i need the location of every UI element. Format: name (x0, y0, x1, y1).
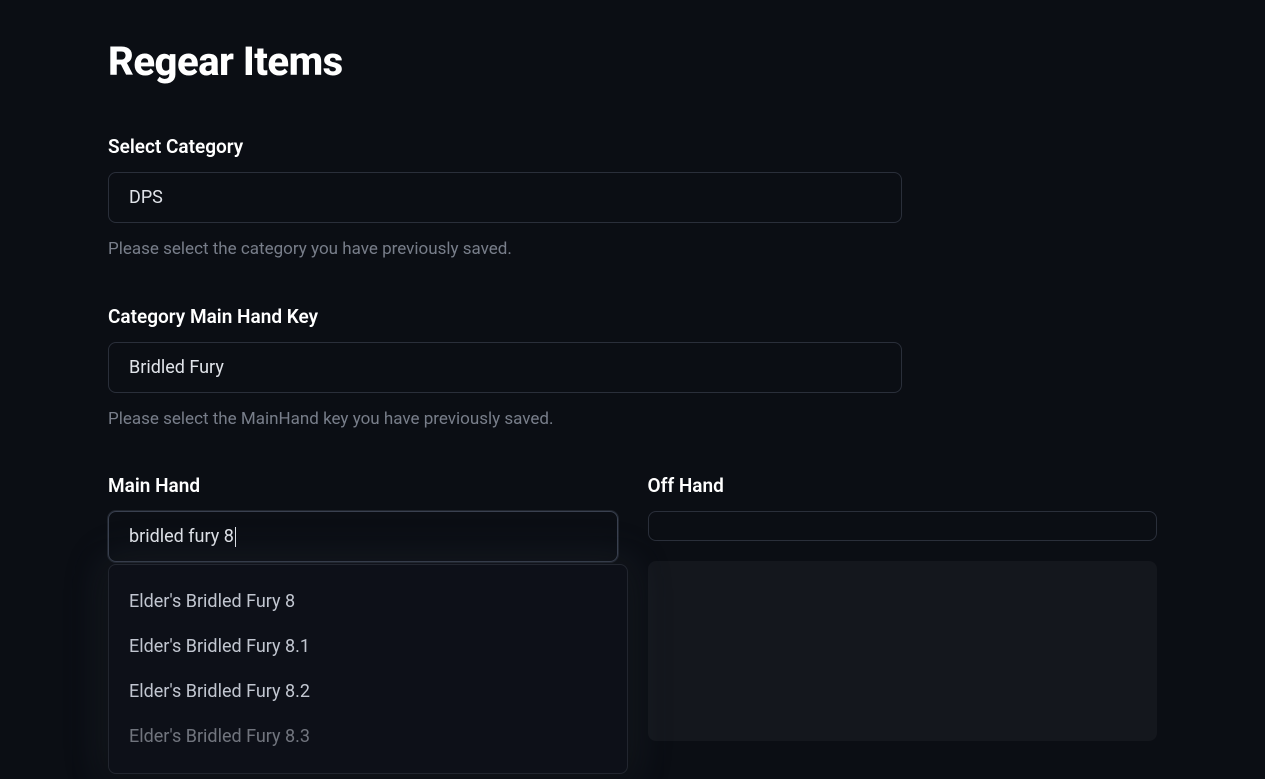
category-label: Select Category (108, 135, 1157, 158)
mainhand-key-label: Category Main Hand Key (108, 305, 1157, 328)
offhand-label: Off Hand (648, 474, 1158, 497)
mainhand-suggestions: Elder's Bridled Fury 8 Elder's Bridled F… (108, 564, 628, 774)
suggestion-item[interactable]: Elder's Bridled Fury 8 (109, 579, 627, 624)
mainhand-column: Main Hand bridled fury 8 Elder's Bridled… (108, 474, 618, 741)
page-title: Regear Items (108, 38, 1157, 85)
suggestion-item[interactable]: Elder's Bridled Fury 8.3 (109, 714, 627, 759)
suggestion-item[interactable]: Elder's Bridled Fury 8.2 (109, 669, 627, 714)
category-field: Select Category DPS Please select the ca… (108, 135, 1157, 263)
mainhand-input[interactable]: bridled fury 8 (108, 511, 618, 562)
mainhand-label: Main Hand (108, 474, 618, 497)
text-cursor-icon (235, 527, 236, 547)
offhand-preview-panel (648, 561, 1158, 741)
offhand-column: Off Hand (648, 474, 1158, 741)
mainhand-key-field: Category Main Hand Key Bridled Fury Plea… (108, 305, 1157, 433)
mainhand-key-help: Please select the MainHand key you have … (108, 407, 1157, 433)
suggestion-item[interactable]: Elder's Bridled Fury 8.1 (109, 624, 627, 669)
offhand-input[interactable] (648, 511, 1158, 541)
mainhand-key-select[interactable]: Bridled Fury (108, 342, 902, 393)
category-help: Please select the category you have prev… (108, 237, 1157, 263)
category-select[interactable]: DPS (108, 172, 902, 223)
